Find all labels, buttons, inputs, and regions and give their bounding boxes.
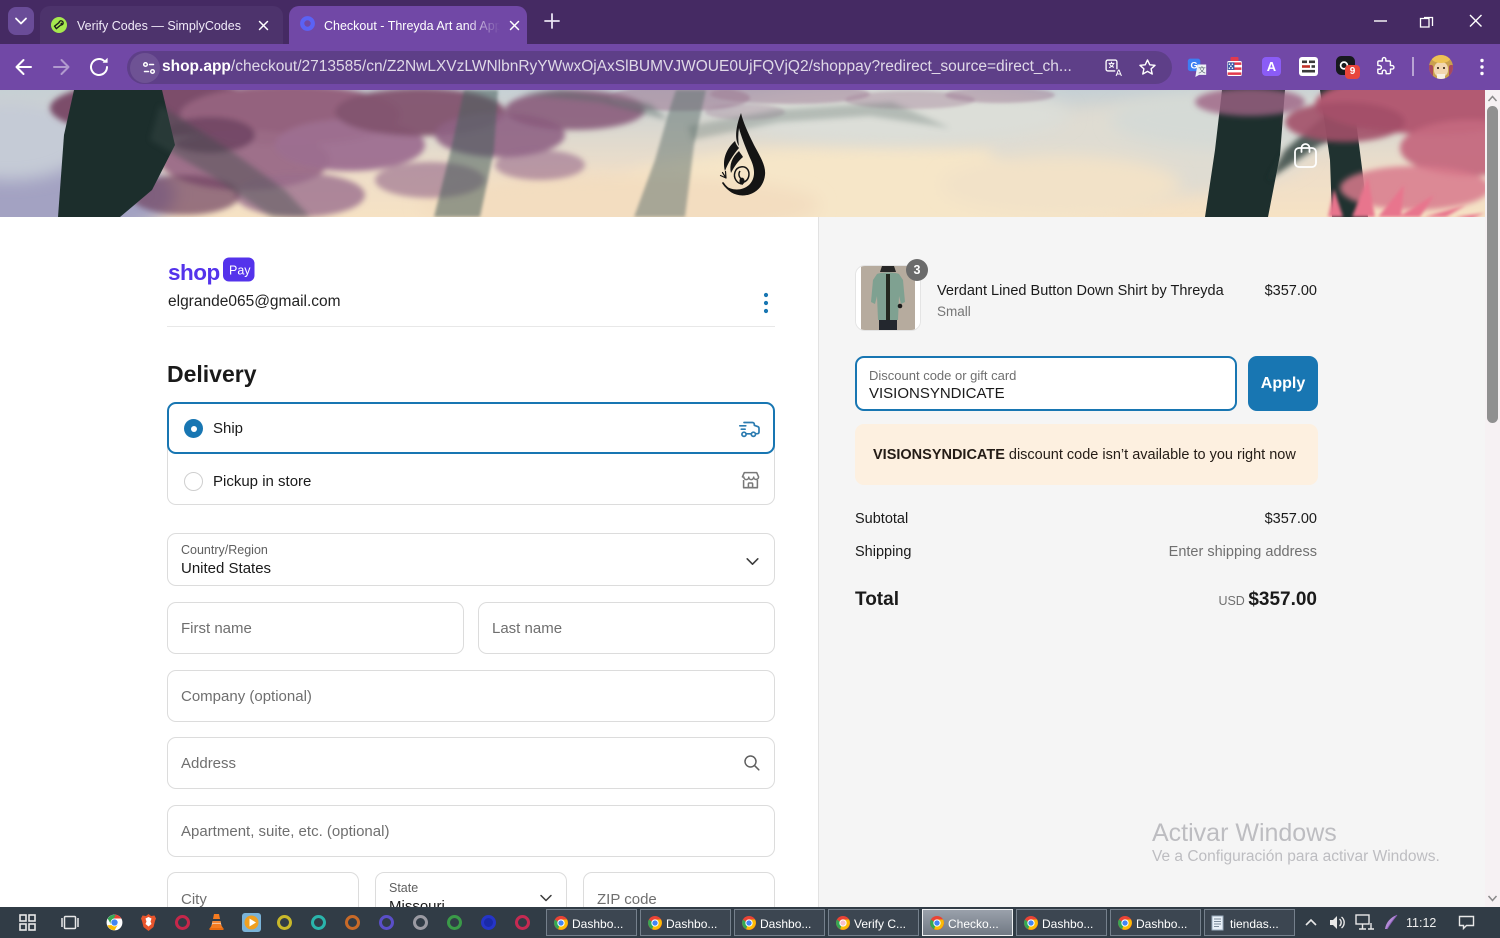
svg-text:shop: shop: [168, 260, 220, 285]
svg-text:Pay: Pay: [229, 264, 251, 278]
svg-text:G: G: [1191, 60, 1198, 70]
svg-text:文: 文: [1198, 64, 1206, 74]
